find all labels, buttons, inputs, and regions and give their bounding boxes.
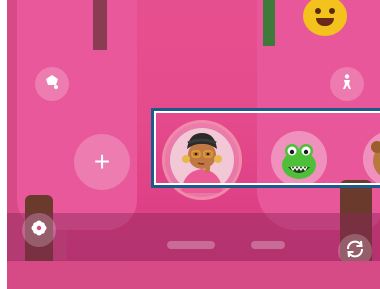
avatar-carousel-highlight — [151, 108, 380, 188]
plus-icon: + — [93, 146, 111, 177]
backpack-strap — [93, 0, 107, 50]
effects-button[interactable] — [35, 67, 69, 101]
mode-label[interactable] — [251, 241, 285, 249]
effects-icon — [43, 73, 61, 96]
bottom-bar — [7, 213, 380, 261]
mode-label[interactable] — [167, 241, 215, 249]
body-mode-button[interactable] — [330, 67, 364, 101]
backpack-strap — [263, 0, 275, 46]
filter-button[interactable] — [22, 213, 56, 247]
flower-icon — [30, 219, 48, 242]
camera-viewfinder: + — [7, 0, 380, 289]
add-avatar-button[interactable]: + — [74, 134, 130, 190]
person-icon — [338, 73, 356, 96]
bottom-strip — [7, 261, 380, 289]
